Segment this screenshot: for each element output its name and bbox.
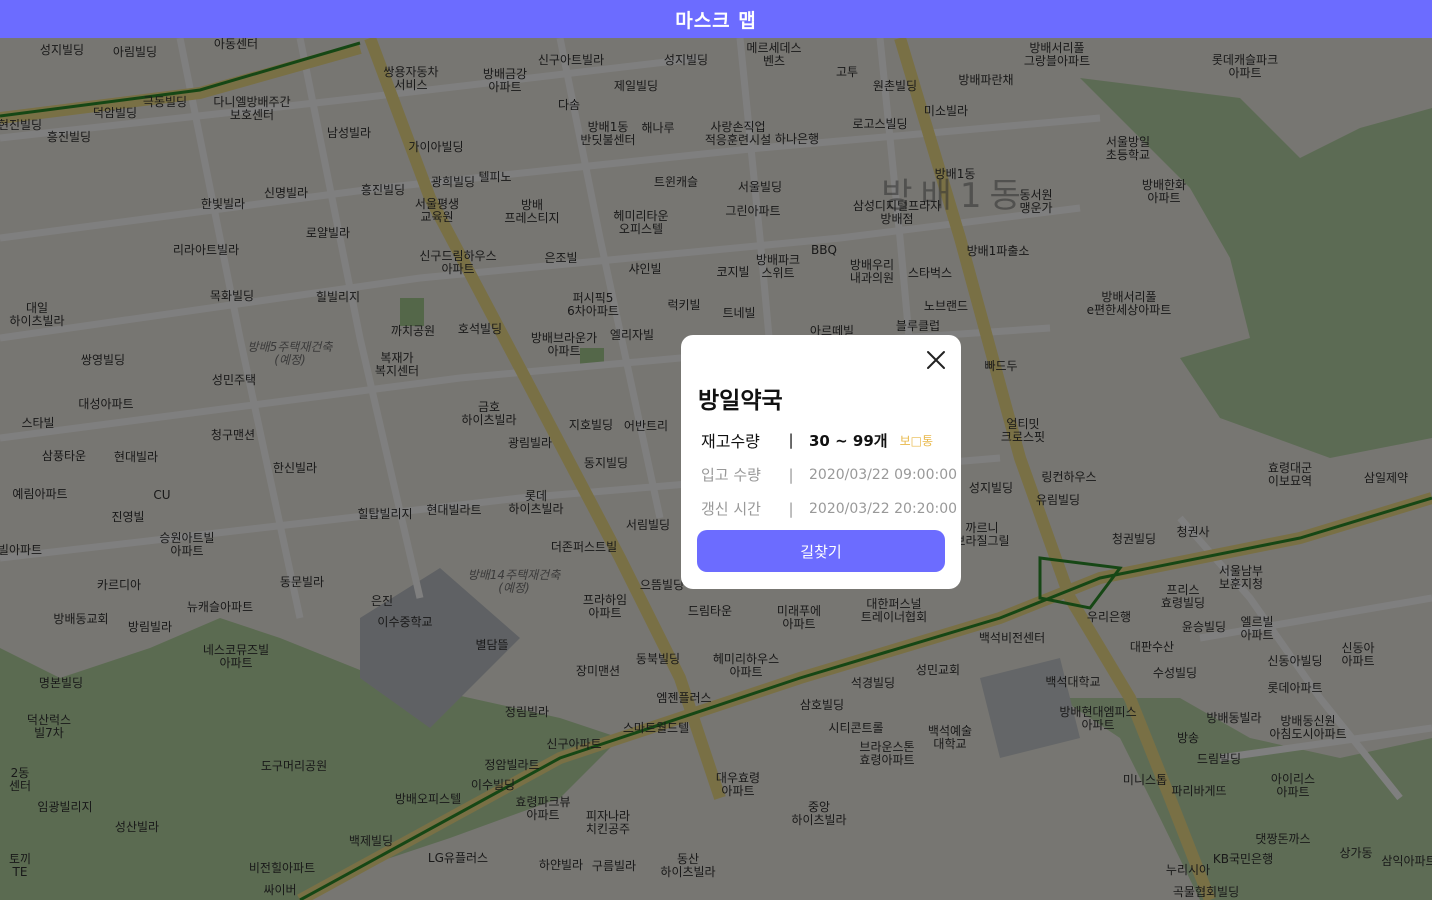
close-icon <box>927 351 945 369</box>
updated-row: 갱신 시간 | 2020/03/22 20:20:00 <box>701 498 957 519</box>
app-root: 마스크 맵 방일약국 재고수량 | 30 ~ 99개 보□통 입고 수량 | 2… <box>0 0 1432 900</box>
app-header: 마스크 맵 <box>0 0 1432 38</box>
stock-label: 재고수량 <box>701 432 760 451</box>
separator: | <box>788 431 794 449</box>
pharmacy-info-modal: 방일약국 재고수량 | 30 ~ 99개 보□통 입고 수량 | 2020/03… <box>681 335 961 589</box>
separator: | <box>788 499 794 518</box>
stock-value: 30 ~ 99개 <box>809 431 888 450</box>
directions-button[interactable]: 길찾기 <box>697 530 945 572</box>
stock-in-row: 입고 수량 | 2020/03/22 09:00:00 <box>701 464 957 485</box>
updated-label: 갱신 시간 <box>701 500 761 518</box>
stock-in-label: 입고 수량 <box>701 466 761 484</box>
app-title: 마스크 맵 <box>675 9 757 32</box>
updated-time: 2020/03/22 20:20:00 <box>809 500 958 517</box>
stock-status-badge: 보□통 <box>899 433 933 448</box>
close-button[interactable] <box>925 349 947 371</box>
pharmacy-name: 방일약국 <box>698 388 783 414</box>
stock-row: 재고수량 | 30 ~ 99개 보□통 <box>701 428 933 452</box>
stock-in-time: 2020/03/22 09:00:00 <box>809 466 958 483</box>
separator: | <box>788 465 794 484</box>
